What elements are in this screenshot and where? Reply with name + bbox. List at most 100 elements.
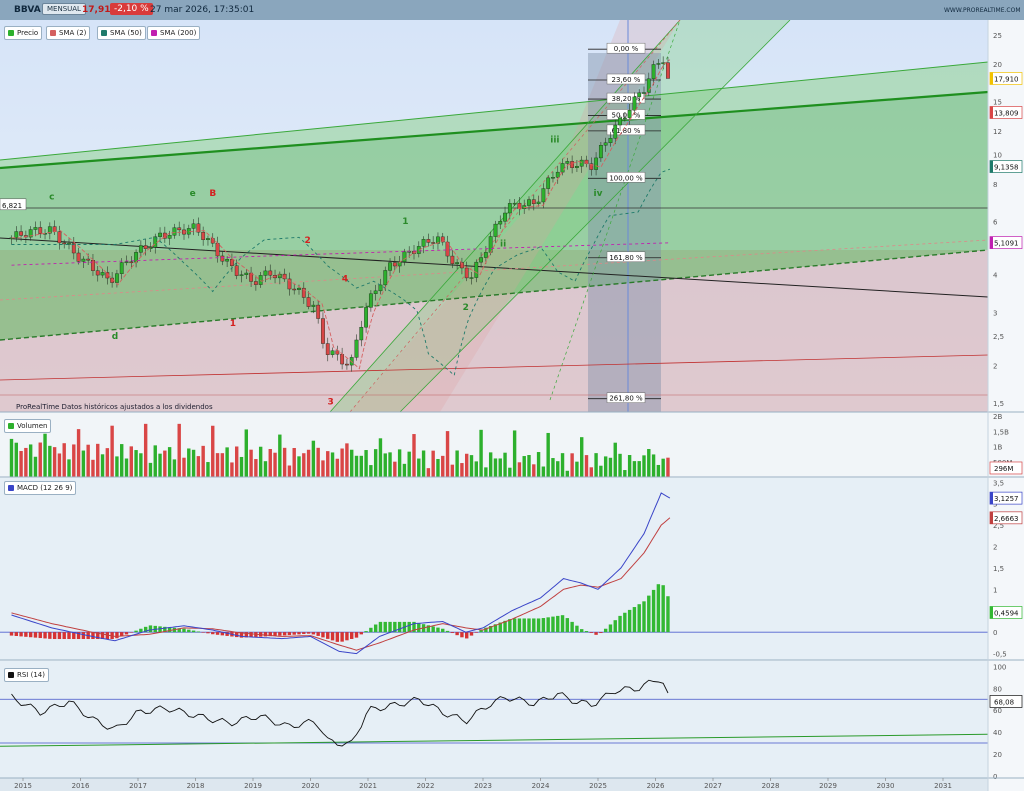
macd-histogram-bar (350, 632, 354, 639)
candle-body (579, 159, 584, 167)
legend-price[interactable]: Precio (4, 26, 43, 40)
legend-macd[interactable]: MACD (12 26 9) (4, 481, 77, 495)
volume-bar (172, 459, 177, 477)
price-tick-label: 3 (993, 309, 997, 317)
fib-level-label: 161,80 % (609, 254, 643, 262)
candle-body (503, 212, 507, 222)
volume-bar (215, 453, 220, 477)
macd-value-label: 2,6663 (994, 515, 1019, 523)
period-badge[interactable]: MENSUAL (42, 3, 86, 15)
time-tick-label: 2016 (72, 782, 90, 790)
macd-panel-bg (0, 478, 988, 660)
candle-body (201, 231, 206, 240)
macd-histogram-bar (67, 632, 71, 640)
volume-bar (441, 455, 445, 477)
fib-level-label: 23,60 % (612, 76, 641, 84)
macd-histogram-bar (465, 632, 469, 639)
legend-sma-2[interactable]: SMA (2) (46, 26, 91, 40)
volume-bar (417, 458, 421, 477)
volume-bar (455, 450, 459, 477)
chart-canvas[interactable]: 0,00 %23,60 %38,20 %50,00 %61,80 %100,00… (0, 20, 1024, 791)
candle-body (86, 258, 91, 261)
candle-body (158, 232, 162, 237)
candle-body (378, 284, 383, 292)
candle-body (426, 239, 431, 243)
macd-histogram-bar (527, 618, 531, 633)
volume-bar (220, 453, 225, 477)
volume-bar (187, 448, 191, 477)
candle-body (498, 221, 503, 225)
macd-value-label: 3,1257 (994, 495, 1019, 503)
volume-bar (297, 456, 301, 477)
candle-body (321, 318, 325, 344)
macd-histogram-bar (532, 618, 536, 633)
candle-body (479, 257, 483, 263)
candle-body (19, 231, 23, 236)
volume-bar (201, 445, 205, 477)
volume-bar (345, 443, 349, 477)
candle-body (608, 138, 613, 143)
macd-tick-label: 1 (993, 586, 997, 594)
time-tick-label: 2018 (187, 782, 205, 790)
volume-bar (24, 447, 28, 477)
legend-rsi[interactable]: RSI (14) (4, 668, 49, 682)
legend-sma-200[interactable]: SMA (200) (147, 26, 201, 40)
time-tick-label: 2026 (647, 782, 665, 790)
legend-volume[interactable]: Volumen (4, 419, 52, 433)
rsi-value-label: 68,08 (994, 698, 1014, 706)
candle-body (565, 161, 570, 164)
volume-bar (134, 450, 138, 477)
macd-histogram-bar (632, 607, 637, 633)
macd-histogram-bar (512, 618, 517, 633)
volume-bar (536, 452, 541, 477)
macd-histogram-bar (618, 615, 622, 633)
macd-histogram-bar (436, 627, 440, 633)
macd-histogram-bar (206, 632, 210, 634)
macd-histogram-bar (469, 632, 474, 636)
candle-body (646, 78, 651, 93)
macd-histogram-bar (287, 632, 292, 636)
macd-tick-label: 1,5 (993, 565, 1004, 573)
volume-bar (436, 458, 440, 477)
volume-bar (100, 454, 105, 477)
price-tick-label: 12 (993, 128, 1002, 136)
time-tick-label: 2031 (934, 782, 952, 790)
price-value-marker (990, 106, 993, 119)
macd-histogram-bar (187, 629, 191, 633)
volume-bar (503, 452, 507, 477)
volume-bar (91, 459, 95, 477)
legend-sma-50[interactable]: SMA (50) (97, 26, 146, 40)
candle-body (531, 199, 536, 205)
volume-bar (335, 458, 340, 477)
candle-body (359, 326, 364, 341)
volume-bar (460, 463, 464, 477)
candle-body (52, 226, 57, 232)
candle-body (316, 304, 321, 319)
candle-body (464, 267, 469, 279)
volume-bar (498, 458, 502, 477)
macd-histogram-bar (335, 632, 340, 642)
macd-histogram-bar (201, 632, 205, 633)
time-tick-label: 2017 (129, 782, 147, 790)
candle-body (263, 270, 268, 276)
candle-body (551, 177, 555, 179)
volume-bar (191, 449, 196, 477)
volume-bar (143, 423, 148, 477)
macd-histogram-bar (302, 632, 306, 635)
macd-histogram-bar (594, 632, 598, 635)
datetime-label: 27 mar 2026, 17:35:01 (150, 5, 255, 15)
volume-bar (465, 453, 469, 477)
volume-bar (158, 453, 162, 477)
volume-bar (594, 453, 598, 477)
volume-bar (206, 462, 210, 477)
volume-bar (369, 465, 373, 477)
volume-bar (115, 456, 119, 477)
macd-histogram-bar (637, 604, 641, 633)
volume-bar (651, 454, 656, 477)
candle-body (469, 277, 474, 279)
candle-body (129, 261, 134, 264)
level-value-label: 6,821 (2, 202, 22, 210)
macd-histogram-bar (551, 616, 555, 633)
candle-body (431, 242, 436, 244)
time-tick-label: 2015 (14, 782, 32, 790)
